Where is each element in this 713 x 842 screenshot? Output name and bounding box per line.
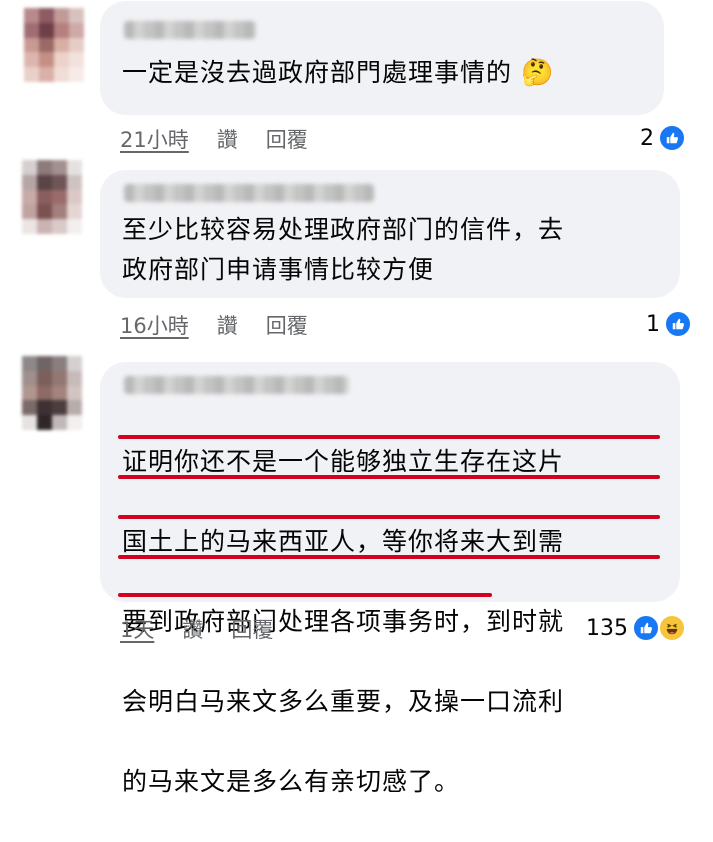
reply-button[interactable]: 回覆 bbox=[266, 310, 308, 340]
reaction-count: 1 bbox=[646, 311, 660, 337]
red-underline bbox=[118, 555, 660, 559]
reaction-summary[interactable]: 2 bbox=[640, 124, 686, 152]
like-icon bbox=[632, 614, 660, 642]
avatar[interactable] bbox=[22, 356, 82, 430]
like-button[interactable]: 讚 bbox=[217, 124, 238, 154]
author-name[interactable] bbox=[124, 376, 349, 394]
reaction-count: 2 bbox=[640, 125, 654, 151]
reaction-summary[interactable]: 135 bbox=[586, 614, 686, 642]
like-button[interactable]: 讚 bbox=[182, 614, 203, 644]
comment-bubble: 一定是沒去過政府部門處理事情的 🤔 bbox=[100, 1, 664, 115]
comment-line: 的马来文是多么有亲切感了。 bbox=[122, 767, 461, 796]
red-underline bbox=[118, 475, 660, 479]
red-underline bbox=[118, 515, 660, 519]
comment-actions: 1天 讚 回覆 bbox=[120, 614, 273, 644]
reaction-summary[interactable]: 1 bbox=[646, 310, 692, 338]
avatar[interactable] bbox=[22, 160, 82, 234]
timestamp-link[interactable]: 16小時 bbox=[120, 310, 189, 340]
author-name[interactable] bbox=[124, 21, 256, 39]
comment-text: 一定是沒去過政府部門處理事情的 🤔 bbox=[122, 58, 555, 88]
like-icon bbox=[658, 124, 686, 152]
like-icon bbox=[664, 310, 692, 338]
comment-actions: 16小時 讚 回覆 bbox=[120, 310, 308, 340]
comment-line: 会明白马来文多么重要，及操一口流利 bbox=[122, 687, 565, 716]
like-button[interactable]: 讚 bbox=[217, 310, 238, 340]
author-name[interactable] bbox=[124, 184, 374, 202]
haha-icon bbox=[658, 614, 686, 642]
comment-bubble: 证明你还不是一个能够独立生存在这片 国土上的马来西亚人，等你将来大到需 要到政府… bbox=[100, 362, 680, 796]
comment-actions: 21小時 讚 回覆 bbox=[120, 124, 308, 154]
red-underline bbox=[118, 593, 492, 597]
timestamp-link[interactable]: 1天 bbox=[120, 614, 154, 644]
avatar[interactable] bbox=[24, 8, 84, 82]
reply-button[interactable]: 回覆 bbox=[231, 614, 273, 644]
timestamp-link[interactable]: 21小時 bbox=[120, 124, 189, 154]
reply-button[interactable]: 回覆 bbox=[266, 124, 308, 154]
comment-text: 至少比较容易处理政府部门的信件，去 政府部门申请事情比较方便 bbox=[122, 215, 565, 284]
reaction-count: 135 bbox=[586, 615, 628, 641]
red-underline bbox=[118, 435, 660, 439]
comment-bubble: 至少比较容易处理政府部门的信件，去 政府部门申请事情比较方便 bbox=[100, 170, 680, 298]
thinking-face-emoji: 🤔 bbox=[520, 58, 555, 88]
